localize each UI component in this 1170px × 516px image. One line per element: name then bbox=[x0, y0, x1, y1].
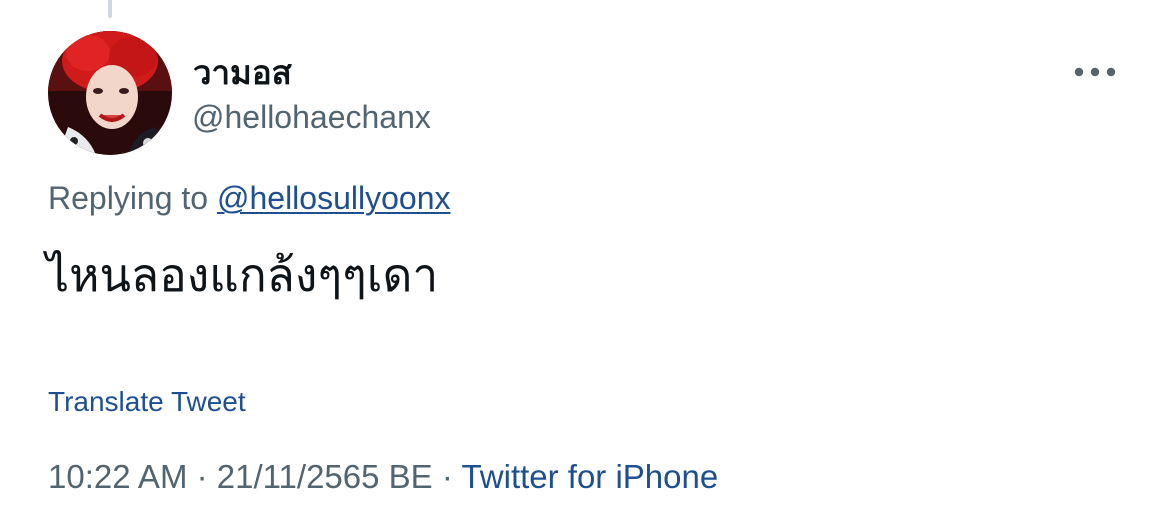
tweet-metadata: 10:22 AM · 21/11/2565 BE · Twitter for i… bbox=[48, 456, 718, 498]
replying-to-line: Replying to @hellosullyoonx bbox=[48, 178, 450, 218]
replying-to-prefix: Replying to bbox=[48, 180, 209, 216]
tweet-text: ไหนลองแกล้งๆๆเดา bbox=[46, 249, 439, 301]
tweet-time[interactable]: 10:22 AM bbox=[48, 458, 187, 495]
tweet-source-link[interactable]: Twitter for iPhone bbox=[461, 458, 718, 495]
translate-tweet-link[interactable]: Translate Tweet bbox=[48, 384, 246, 420]
author-display-name[interactable]: วามอส bbox=[193, 53, 292, 93]
avatar[interactable] bbox=[48, 31, 172, 155]
more-options-button[interactable] bbox=[1066, 52, 1124, 92]
thread-connector-line bbox=[108, 0, 112, 18]
replying-to-handle-link[interactable]: @hellosullyoonx bbox=[217, 180, 451, 216]
meta-separator: · bbox=[441, 458, 453, 495]
avatar-image bbox=[48, 31, 172, 155]
more-horizontal-icon bbox=[1074, 67, 1116, 77]
author-handle[interactable]: @hellohaechanx bbox=[192, 97, 431, 137]
tweet-date[interactable]: 21/11/2565 BE bbox=[217, 458, 433, 495]
meta-separator: · bbox=[196, 458, 208, 495]
